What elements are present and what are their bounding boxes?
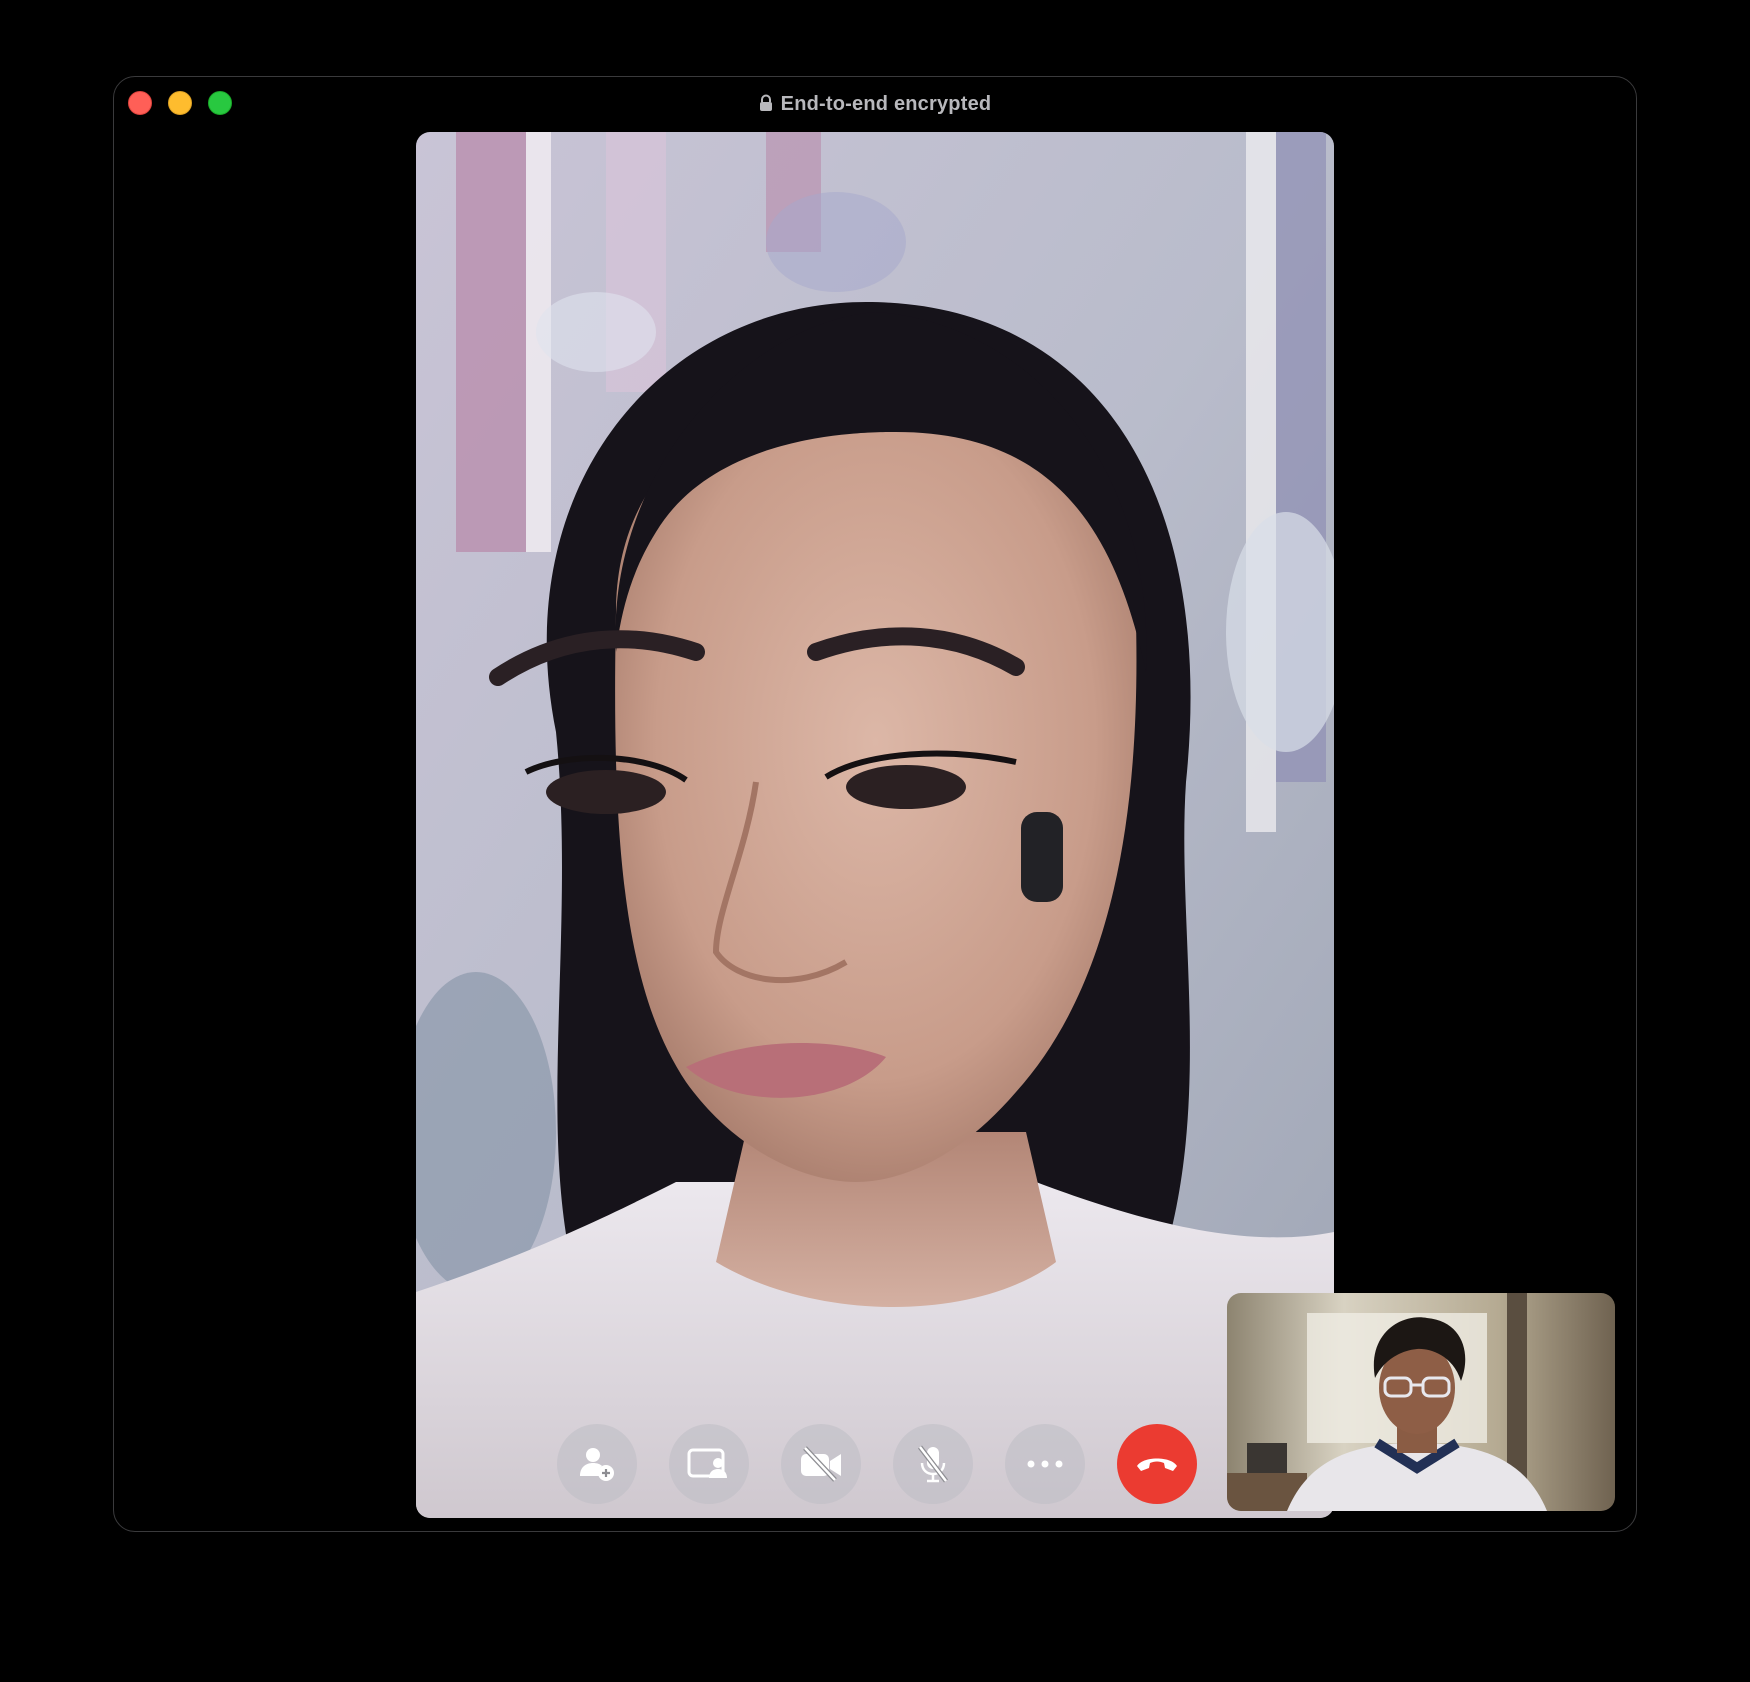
remote-video <box>416 132 1334 1518</box>
share-screen-button[interactable] <box>669 1424 749 1504</box>
phone-down-icon <box>1137 1458 1177 1471</box>
lock-icon <box>759 93 773 119</box>
end-call-button[interactable] <box>1117 1424 1197 1504</box>
self-view-video[interactable] <box>1227 1293 1615 1511</box>
self-view-image <box>1227 1293 1615 1511</box>
more-button[interactable] <box>1005 1424 1085 1504</box>
facetime-window: End-to-end encrypted <box>113 76 1637 1532</box>
title-text: End-to-end encrypted <box>780 93 992 115</box>
remote-video-image <box>416 132 1334 1518</box>
window-title: End-to-end encrypted <box>114 91 1636 119</box>
mute-button[interactable] <box>893 1424 973 1504</box>
person-plus-icon <box>580 1448 614 1481</box>
camera-toggle-button[interactable] <box>781 1424 861 1504</box>
screen-share-icon <box>687 1448 727 1478</box>
mic-slash-icon <box>918 1445 948 1483</box>
ellipsis-icon <box>1027 1460 1063 1468</box>
add-people-button[interactable] <box>557 1424 637 1504</box>
video-slash-icon <box>801 1446 841 1482</box>
call-controls <box>557 1424 1197 1504</box>
